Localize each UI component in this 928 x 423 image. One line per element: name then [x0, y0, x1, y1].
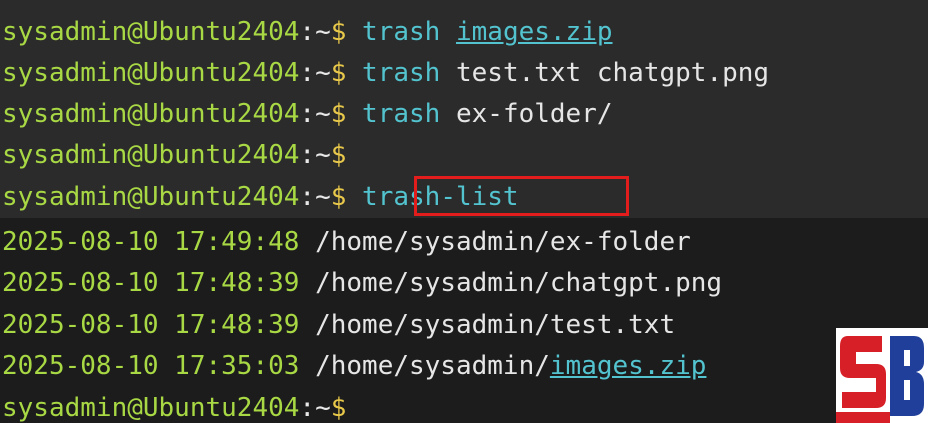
entry-path: /home/sysadmin/test.txt [315, 310, 676, 340]
prompt-separator: : [299, 99, 316, 129]
prompt-user-host: sysadmin@Ubuntu2404 [2, 393, 300, 423]
prompt-separator: : [299, 140, 316, 170]
prompt-separator: : [299, 182, 316, 212]
prompt-separator: : [299, 58, 316, 88]
command-text: trash [362, 17, 441, 47]
prompt-cwd: ~ [315, 140, 331, 170]
entry-path: /home/sysadmin/chatgpt.png [315, 268, 723, 298]
terminal-line: sysadmin@Ubuntu2404:~$ trash ex-folder/ [2, 95, 613, 133]
prompt-user-host: sysadmin@Ubuntu2404 [2, 99, 300, 129]
trash-list-entry: 2025-08-10 17:48:39 /home/sysadmin/test.… [2, 306, 675, 344]
prompt-cwd: ~ [315, 58, 331, 88]
prompt-symbol: $ [330, 393, 347, 423]
prompt-cwd: ~ [315, 182, 331, 212]
command-arg-link[interactable]: images.zip [456, 17, 613, 47]
entry-path: /home/sysadmin/ex-folder [315, 227, 691, 257]
command-text: trash [362, 58, 441, 88]
entry-path-link[interactable]: images.zip [550, 351, 707, 381]
terminal-line: sysadmin@Ubuntu2404:~$ [2, 136, 346, 174]
prompt-cwd: ~ [315, 99, 331, 129]
terminal-line: sysadmin@Ubuntu2404:~$ trash test.txt ch… [2, 54, 769, 92]
command-text: trash [362, 99, 441, 129]
trash-list-entry: 2025-08-10 17:48:39 /home/sysadmin/chatg… [2, 264, 722, 302]
command-arg: ex-folder/ [455, 99, 613, 129]
prompt-symbol: $ [330, 58, 347, 88]
terminal-window[interactable]: sysadmin@Ubuntu2404:~$ trash images.zip … [0, 0, 928, 423]
entry-timestamp: 2025-08-10 17:48:39 [2, 310, 300, 340]
prompt-symbol: $ [330, 182, 347, 212]
entry-timestamp: 2025-08-10 17:35:03 [2, 351, 300, 381]
prompt-separator: : [299, 17, 316, 47]
command-arg: test.txt chatgpt.png [455, 58, 770, 88]
entry-timestamp: 2025-08-10 17:48:39 [2, 268, 300, 298]
prompt-cwd: ~ [315, 393, 331, 423]
terminal-line[interactable]: sysadmin@Ubuntu2404:~$ [2, 389, 346, 423]
prompt-symbol: $ [330, 140, 347, 170]
trash-list-entry: 2025-08-10 17:35:03 /home/sysadmin/image… [2, 347, 706, 385]
prompt-cwd: ~ [315, 17, 331, 47]
prompt-user-host: sysadmin@Ubuntu2404 [2, 140, 300, 170]
entry-path: /home/sysadmin/ [315, 351, 550, 381]
prompt-user-host: sysadmin@Ubuntu2404 [2, 58, 300, 88]
prompt-symbol: $ [330, 99, 347, 129]
entry-timestamp: 2025-08-10 17:49:48 [2, 227, 300, 257]
prompt-symbol: $ [330, 17, 347, 47]
prompt-user-host: sysadmin@Ubuntu2404 [2, 182, 300, 212]
trash-list-entry: 2025-08-10 17:49:48 /home/sysadmin/ex-fo… [2, 223, 691, 261]
prompt-separator: : [299, 393, 316, 423]
terminal-line: sysadmin@Ubuntu2404:~$ trash images.zip [2, 13, 613, 51]
sb-logo-icon [836, 328, 928, 423]
command-highlight-box [414, 176, 629, 216]
prompt-user-host: sysadmin@Ubuntu2404 [2, 17, 300, 47]
